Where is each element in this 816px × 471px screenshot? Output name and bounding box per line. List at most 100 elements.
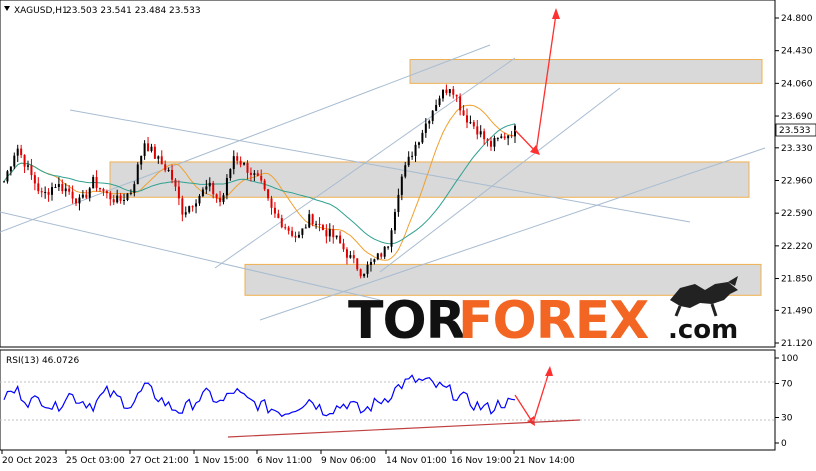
candle-body xyxy=(318,223,321,226)
candle-body xyxy=(404,165,407,177)
candle-body xyxy=(177,186,180,199)
resistance-zone xyxy=(409,59,763,84)
candle-body xyxy=(109,193,112,200)
x-tick-label: 1 Nov 15:00 xyxy=(194,456,249,466)
candle-body xyxy=(116,195,119,203)
logo-text-com: .com xyxy=(668,315,738,345)
candle-body xyxy=(431,110,434,121)
candle-body xyxy=(417,142,420,145)
candle-body xyxy=(465,115,468,123)
candle-body xyxy=(260,175,263,181)
candle-body xyxy=(435,104,438,111)
candle-body xyxy=(126,193,129,200)
candle-body xyxy=(287,227,290,231)
candle-body xyxy=(215,194,218,198)
candle-body xyxy=(13,155,16,167)
x-tick-label: 14 Nov 01:00 xyxy=(386,456,447,466)
candle-body xyxy=(181,198,184,215)
rsi-label: RSI(13) 46.0726 xyxy=(6,356,79,366)
x-tick-label: 25 Oct 03:00 xyxy=(66,456,125,466)
candle-body xyxy=(284,227,287,229)
candle-body xyxy=(136,164,139,185)
symbol-label: XAGUSD,H1 xyxy=(14,6,68,16)
candle-body xyxy=(51,187,54,195)
candle-body xyxy=(452,89,455,95)
candle-body xyxy=(92,176,95,189)
candle-body xyxy=(301,228,304,235)
candle-body xyxy=(191,206,194,208)
candle-body xyxy=(253,173,256,175)
candle-body xyxy=(387,246,390,248)
candle-body xyxy=(174,179,177,187)
rsi-tick-label: 0 xyxy=(781,439,787,449)
candle-body xyxy=(486,139,489,141)
candle-body xyxy=(448,89,451,93)
y-tick-label: 24.800 xyxy=(781,14,813,24)
candle-body xyxy=(119,195,122,201)
candle-body xyxy=(400,176,403,195)
candle-body xyxy=(479,131,482,135)
candle-body xyxy=(68,188,71,192)
candle-body xyxy=(37,183,40,192)
candle-body xyxy=(421,132,424,143)
rsi-axis: 100 70 30 0 xyxy=(775,354,798,449)
x-tick-label: 9 Nov 06:00 xyxy=(321,456,376,466)
candle-body xyxy=(164,164,167,171)
candle-body xyxy=(157,156,160,159)
candle-body xyxy=(328,229,331,237)
candle-body xyxy=(267,189,270,199)
candle-body xyxy=(57,184,60,188)
candle-body xyxy=(85,194,88,198)
candle-body xyxy=(54,187,57,189)
price-chart[interactable]: 24.800 24.430 24.060 23.690 23.330 22.960 22.5… xyxy=(0,0,816,471)
candle-body xyxy=(352,255,355,259)
candle-body xyxy=(263,180,266,190)
candle-body xyxy=(195,203,198,207)
current-price-label: 23.533 xyxy=(779,126,811,136)
candle-body xyxy=(95,176,98,188)
candle-body xyxy=(476,126,479,135)
candle-body xyxy=(345,249,348,258)
candle-body xyxy=(489,140,492,147)
candle-body xyxy=(47,191,50,195)
candle-body xyxy=(496,137,499,139)
y-tick-label: 23.690 xyxy=(781,112,813,122)
candle-body xyxy=(167,169,170,171)
candle-body xyxy=(78,197,81,204)
candle-body xyxy=(366,264,369,274)
candle-body xyxy=(390,230,393,247)
candle-body xyxy=(201,189,204,196)
candle-body xyxy=(243,162,246,165)
y-tick-label: 21.850 xyxy=(781,275,813,285)
candle-body xyxy=(376,253,379,260)
candle-body xyxy=(205,186,208,190)
candle-body xyxy=(315,223,318,225)
y-tick-label: 22.590 xyxy=(781,209,813,219)
candle-body xyxy=(311,214,314,225)
candle-body xyxy=(363,273,366,277)
candle-body xyxy=(88,188,91,198)
y-tick-label: 24.060 xyxy=(781,79,813,89)
candle-body xyxy=(81,194,84,198)
rsi-panel-frame xyxy=(0,349,776,451)
x-tick-label: 16 Nov 19:00 xyxy=(451,456,512,466)
candle-body xyxy=(356,258,359,270)
candle-body xyxy=(208,182,211,187)
candle-body xyxy=(212,182,215,195)
candle-body xyxy=(445,89,448,93)
candle-body xyxy=(153,146,156,159)
candle-body xyxy=(246,162,249,173)
y-tick-label: 22.960 xyxy=(781,177,813,187)
candle-body xyxy=(236,156,239,161)
candle-body xyxy=(249,172,252,175)
candle-body xyxy=(280,218,283,228)
candle-body xyxy=(219,197,222,202)
candle-body xyxy=(424,123,427,133)
price-axis: 24.800 24.430 24.060 23.690 23.330 22.960 22.5… xyxy=(775,14,813,349)
candle-body xyxy=(297,234,300,238)
candle-body xyxy=(325,230,328,237)
candle-body xyxy=(342,243,345,250)
candle-body xyxy=(349,255,352,258)
candle-body xyxy=(321,225,324,231)
candle-body xyxy=(441,89,444,99)
